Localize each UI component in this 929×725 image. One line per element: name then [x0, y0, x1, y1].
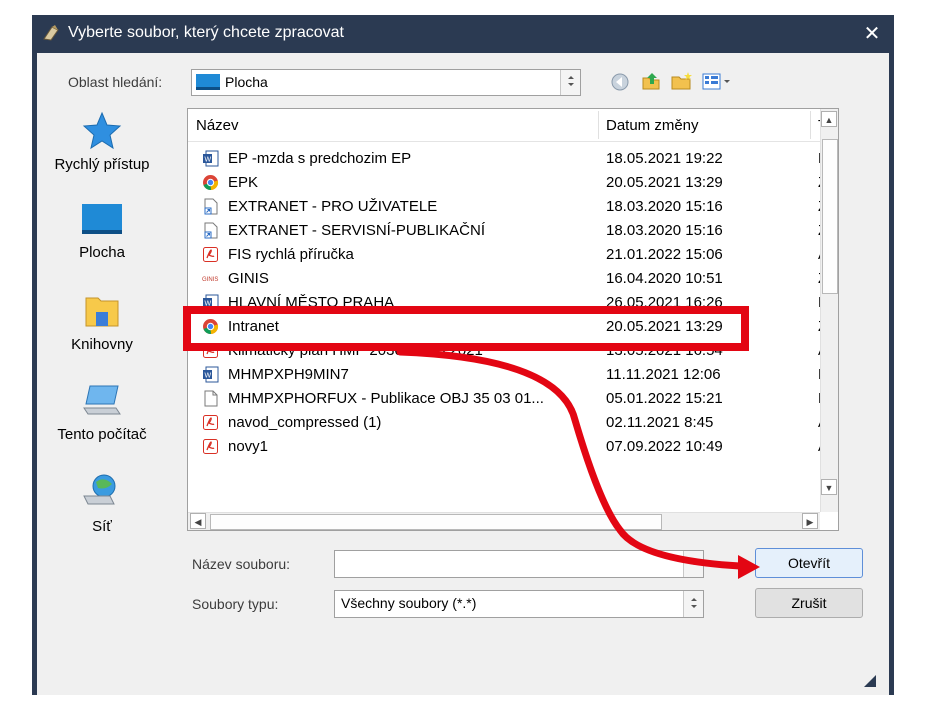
annotation-arrow	[396, 348, 760, 579]
